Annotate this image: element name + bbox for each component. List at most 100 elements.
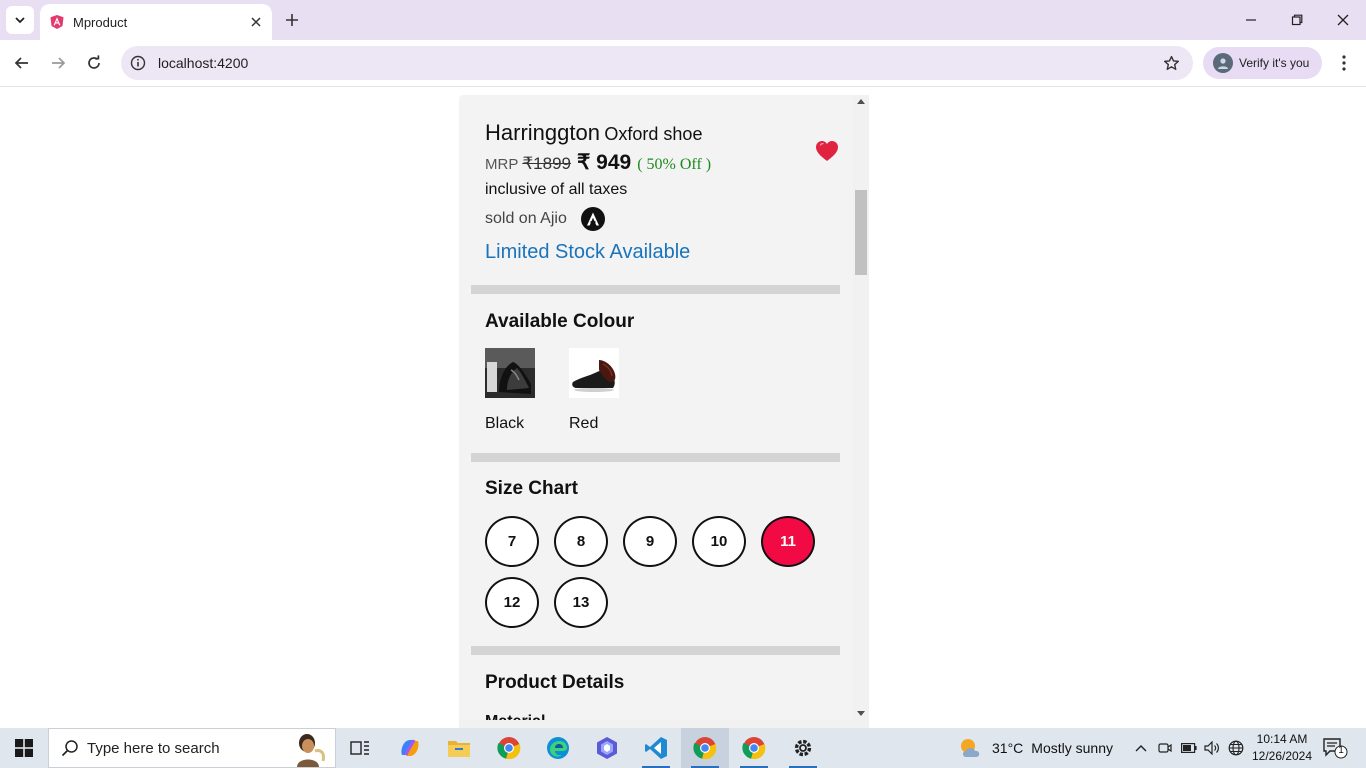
weather-widget[interactable]: 31°C Mostly sunny [958, 728, 1113, 768]
colour-section-title: Available Colour [485, 311, 635, 332]
size-option-13[interactable]: 13 [554, 577, 608, 628]
size-option-9[interactable]: 9 [623, 516, 677, 567]
panel-vertical-scrollbar[interactable] [853, 95, 869, 720]
angular-icon [50, 15, 64, 29]
profile-verify-chip[interactable]: Verify it's you [1203, 47, 1322, 79]
wishlist-heart-icon[interactable] [815, 140, 839, 162]
section-divider [471, 646, 840, 655]
close-icon [1337, 14, 1349, 26]
section-divider [471, 453, 840, 462]
chevron-down-icon [15, 17, 25, 24]
vscode-icon [645, 737, 667, 759]
clock-time: 10:14 AM [1256, 732, 1308, 746]
size-option-7[interactable]: 7 [485, 516, 539, 567]
colour-swatch-red[interactable] [569, 348, 619, 398]
search-placeholder: Type here to search [87, 739, 220, 757]
site-info-icon[interactable] [130, 55, 146, 71]
minimize-button[interactable] [1228, 0, 1274, 40]
tray-volume[interactable] [1203, 739, 1221, 757]
settings-app[interactable] [779, 728, 827, 768]
size-section-title: Size Chart [485, 478, 578, 499]
size-option-8[interactable]: 8 [554, 516, 608, 567]
tray-meet-now[interactable] [1156, 739, 1174, 757]
minimize-icon [1246, 19, 1256, 21]
close-window-button[interactable] [1320, 0, 1366, 40]
chrome-icon [693, 737, 717, 760]
tax-note: inclusive of all taxes [485, 181, 628, 198]
forward-button[interactable] [44, 49, 72, 77]
notification-count: 1 [1338, 745, 1344, 756]
edge-icon [547, 737, 569, 759]
tray-network[interactable] [1227, 739, 1245, 757]
colour-swatch-black[interactable] [485, 348, 535, 398]
search-highlight-illustration [297, 734, 325, 767]
scroll-thumb[interactable] [855, 190, 867, 275]
discount-badge: ( 50% Off ) [637, 156, 712, 173]
back-button[interactable] [8, 49, 36, 77]
close-tab-icon[interactable] [246, 12, 266, 32]
seller-row: sold on Ajio [485, 207, 605, 231]
bookmark-star-icon[interactable] [1161, 53, 1181, 73]
size-option-10[interactable]: 10 [692, 516, 746, 567]
start-button[interactable] [0, 728, 48, 768]
browser-tab-strip: Mproduct [0, 0, 1366, 40]
restore-button[interactable] [1274, 0, 1320, 40]
vscode-app[interactable] [632, 728, 680, 768]
colour-label-black: Black [485, 415, 525, 432]
chrome-icon [742, 737, 766, 760]
search-icon [61, 740, 78, 757]
copilot-app[interactable] [386, 728, 434, 768]
arrow-right-icon [52, 57, 66, 69]
weather-description: Mostly sunny [1031, 740, 1113, 756]
chrome-app-profile[interactable] [730, 728, 778, 768]
scroll-down-arrow-icon[interactable] [857, 711, 865, 716]
reload-button[interactable] [80, 49, 108, 77]
taskbar-search-box[interactable]: Type here to search [48, 728, 336, 768]
chrome-app-active[interactable] [681, 728, 729, 768]
tab-search-button[interactable] [6, 6, 34, 34]
task-view-button[interactable] [336, 728, 384, 768]
file-explorer-app[interactable] [435, 728, 483, 768]
taskbar-clock[interactable]: 10:14 AM 12/26/2024 [1248, 731, 1316, 765]
price-row: MRP ₹1899 ₹ 949 ( 50% Off ) [485, 150, 711, 175]
stock-status[interactable]: Limited Stock Available [485, 241, 690, 264]
power-automate-app[interactable] [583, 728, 631, 768]
battery-icon [1181, 743, 1197, 753]
clock-date: 12/26/2024 [1251, 749, 1313, 763]
chrome-app[interactable] [485, 728, 533, 768]
app-hexagon-icon [597, 737, 617, 759]
profile-avatar-icon [1213, 53, 1233, 73]
scroll-up-arrow-icon[interactable] [857, 99, 865, 104]
size-option-11-selected[interactable]: 11 [761, 516, 815, 567]
panel-horizontal-scrollbar[interactable] [459, 720, 869, 728]
edge-app[interactable] [534, 728, 582, 768]
seller-text: sold on Ajio [485, 210, 567, 227]
red-shoe-thumbnail [569, 348, 619, 398]
material-heading: Material [485, 712, 545, 720]
restore-icon [1291, 14, 1303, 26]
address-bar[interactable]: localhost:4200 [121, 46, 1193, 80]
camera-icon [1158, 743, 1172, 753]
ajio-logo-icon [580, 207, 605, 231]
product-title: Harringgton Oxford shoe [485, 120, 702, 146]
verify-label: Verify it's you [1239, 56, 1310, 70]
browser-menu-button[interactable] [1332, 49, 1356, 77]
task-view-icon [350, 741, 369, 755]
mrp-label: MRP [485, 156, 519, 173]
copilot-icon [401, 739, 419, 756]
product-model: Oxford shoe [604, 124, 703, 144]
url-text[interactable]: localhost:4200 [158, 55, 1161, 71]
size-option-12[interactable]: 12 [485, 577, 539, 628]
new-tab-button[interactable] [280, 8, 304, 32]
browser-tab-active[interactable]: Mproduct [40, 4, 272, 40]
mrp-value: ₹1899 [522, 154, 571, 173]
product-brand: Harringgton [485, 120, 600, 145]
weather-temperature: 31°C [992, 740, 1024, 756]
partly-sunny-icon [961, 739, 980, 757]
tray-battery[interactable] [1180, 739, 1198, 757]
tray-overflow-chevron[interactable] [1132, 739, 1150, 757]
page-viewport: Harringgton Oxford shoe MRP ₹1899 ₹ 949 … [0, 87, 1366, 728]
windows-taskbar: Type here to search 31°C Mostly sunny 10… [0, 728, 1366, 768]
colour-label-red: Red [569, 415, 599, 432]
notification-center-button[interactable]: 1 [1322, 736, 1348, 760]
